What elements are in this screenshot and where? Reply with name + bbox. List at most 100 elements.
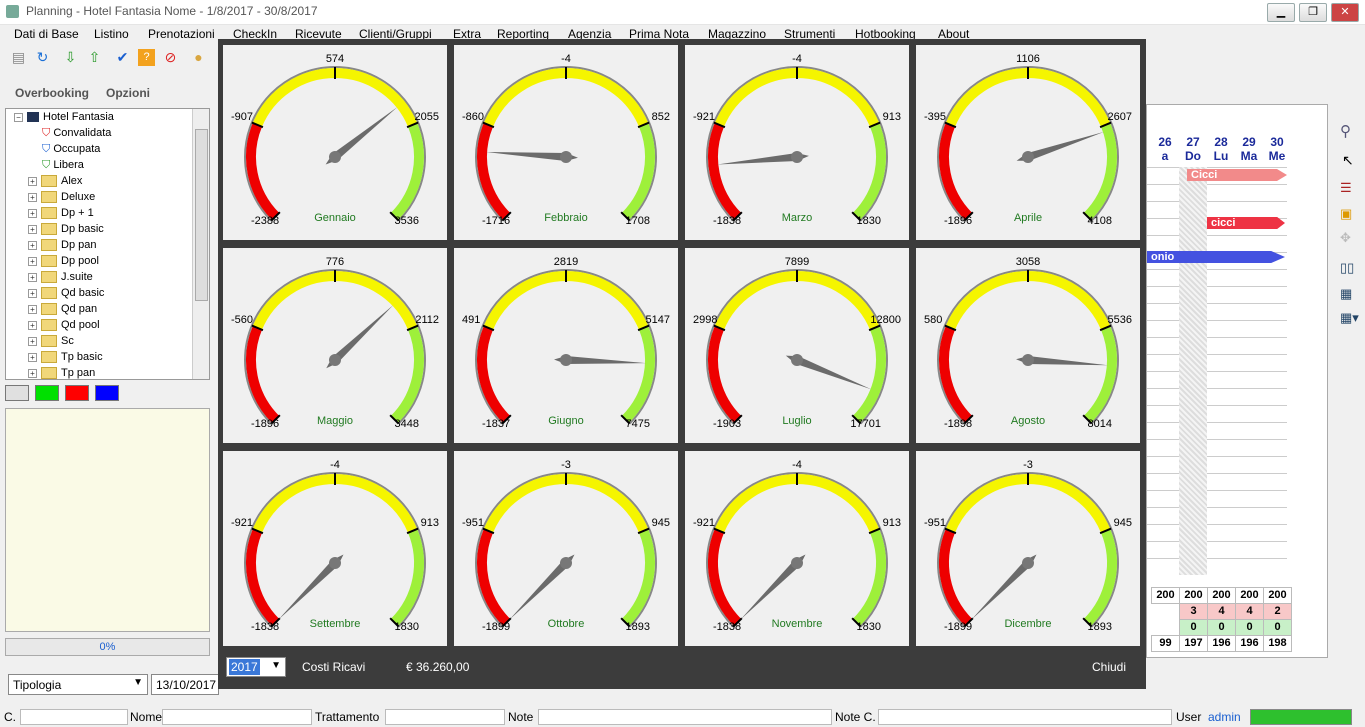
refresh-icon[interactable]: ↻ [34, 49, 51, 66]
tree-folder[interactable]: + Qd pan [28, 303, 97, 319]
tree-folder[interactable]: + Qd basic [28, 287, 104, 303]
status-c-field [20, 709, 128, 725]
minimize-button[interactable]: ▁ [1267, 3, 1295, 22]
grid-line [1147, 473, 1287, 474]
progress-label: 0% [99, 641, 116, 653]
tree-scrollbar[interactable] [192, 109, 209, 379]
tree-folder[interactable]: + J.suite [28, 271, 93, 287]
tree-folder[interactable]: + Deluxe [28, 191, 95, 207]
hotel-icon [27, 112, 39, 123]
right-toolbar: ⚲ ↖ ☰ ▣ ✥ ▯▯ ▦ ▦▾ [1334, 110, 1364, 330]
tab-opzioni[interactable]: Opzioni [106, 86, 150, 100]
color-swatch-green[interactable] [35, 385, 59, 401]
grid-line [1147, 269, 1287, 270]
tree-folder[interactable]: + Dp pool [28, 255, 99, 271]
gauge-rim [937, 472, 1119, 628]
window-title: Planning - Hotel Fantasia Nome - 1/8/201… [26, 4, 318, 18]
gauge-red-band [939, 325, 973, 423]
tree-folder[interactable]: + Dp pan [28, 239, 96, 255]
grid-line [1147, 235, 1287, 236]
tab-overbooking[interactable]: Overbooking [15, 86, 89, 100]
gauge-yellow-band [252, 474, 418, 533]
tree-folder[interactable]: + Qd pool [28, 319, 100, 335]
note-icon[interactable]: ▣ [1340, 206, 1352, 222]
gauge-green-band [1083, 122, 1117, 220]
menu-listino[interactable]: Listino [94, 27, 129, 41]
gauge-top-value: -4 [792, 459, 802, 471]
zoom-icon[interactable]: ⚲ [1340, 122, 1351, 140]
gauge-red-band [708, 122, 742, 220]
notes-panel[interactable] [5, 408, 210, 632]
status-user-value: admin [1208, 710, 1241, 724]
tree-folder[interactable]: + Tp pan [28, 367, 95, 379]
gauge-yellow-band [483, 474, 649, 533]
grid-line [1147, 388, 1287, 389]
book-icon[interactable]: ▯▯ [1340, 260, 1354, 276]
arrow-up-icon[interactable]: ⇧ [86, 49, 103, 66]
grid-line [1147, 524, 1287, 525]
arrow-down-icon[interactable]: ⇩ [62, 49, 79, 66]
move-icon[interactable]: ✥ [1340, 230, 1351, 246]
close-window-button[interactable]: ✕ [1331, 3, 1359, 22]
year-select[interactable]: 2017 ▼ [226, 657, 286, 677]
close-button[interactable]: Chiudi [1092, 660, 1126, 674]
gauge-top-value: -4 [792, 53, 802, 65]
list-icon[interactable]: ☰ [1340, 180, 1352, 196]
gauge-top-value: -3 [561, 459, 571, 471]
tree-folder[interactable]: + Alex [28, 175, 82, 191]
grid-icon[interactable]: ▦ [1340, 286, 1352, 302]
color-swatch-red[interactable] [65, 385, 89, 401]
gauge-top-value: -3 [1023, 459, 1033, 471]
tree-status-libera[interactable]: ⛉ Libera [42, 159, 84, 175]
menu-prenotazioni[interactable]: Prenotazioni [148, 27, 215, 41]
color-swatch-grey[interactable] [5, 385, 29, 401]
gauge-top-value: 1106 [1016, 53, 1040, 65]
date-value: 13/10/2017 [156, 678, 217, 692]
booking-bar[interactable]: cicci [1207, 217, 1285, 229]
tree-status-occupata[interactable]: ⛉ Occupata [42, 143, 100, 159]
date-field[interactable]: 13/10/2017 [151, 674, 219, 695]
document-icon[interactable]: ▤ [10, 49, 27, 66]
gauge-left-value: -907 [231, 111, 254, 123]
pointer-icon[interactable]: ↖ [1342, 152, 1354, 169]
gauge-green-band [852, 325, 886, 423]
calendar-day-header: 27 Do [1185, 135, 1201, 163]
status-notec-label: Note C. [835, 710, 876, 724]
dashboard-label: Costi Ricavi [302, 660, 366, 674]
tree-root[interactable]: − Hotel Fantasia [14, 111, 114, 127]
color-swatch-blue[interactable] [95, 385, 119, 401]
tree-scroll-thumb[interactable] [195, 129, 208, 301]
left-tabs: Overbooking Opzioni [5, 82, 210, 104]
tree-folder[interactable]: + Dp basic [28, 223, 104, 239]
gauge-hub [329, 354, 341, 366]
tree-folder[interactable]: + Tp basic [28, 351, 103, 367]
help-icon[interactable]: ? [138, 49, 155, 66]
booking-bar[interactable]: Cicci [1187, 169, 1287, 181]
tree-folder[interactable]: + Dp + 1 [28, 207, 94, 223]
layout-icon[interactable]: ▦▾ [1340, 310, 1359, 326]
gauge-month-label: Marzo [781, 212, 813, 224]
tipologia-select[interactable]: Tipologia ▼ [8, 674, 148, 695]
gauge-top-value: 3058 [1015, 256, 1041, 268]
calendar-total-cell: 2 [1263, 603, 1292, 620]
gauge-green-band [390, 122, 424, 220]
menu-dati-di-base[interactable]: Dati di Base [14, 27, 79, 41]
gauge-month-label: Novembre [771, 618, 823, 630]
gauge-hub [791, 557, 803, 569]
tree-folder[interactable]: + Sc [28, 335, 74, 351]
booking-bar[interactable]: onio [1147, 251, 1285, 263]
gauge-month-label: Maggio [316, 415, 354, 427]
calendar-total-cell: 4 [1207, 603, 1236, 620]
grid-line [1147, 303, 1287, 304]
check-icon[interactable]: ✔ [114, 49, 131, 66]
grid-line [1147, 286, 1287, 287]
gauge-rim [937, 66, 1119, 222]
stop-icon[interactable]: ⊘ [162, 49, 179, 66]
gauge-right-value: 2112 [415, 314, 439, 326]
gauge-green-band [1083, 325, 1117, 423]
grid-line [1147, 541, 1287, 542]
tree-status-convalidata[interactable]: ⛉ Convalidata [42, 127, 111, 143]
gauge-rim [706, 66, 888, 222]
restore-button[interactable]: ❐ [1299, 3, 1327, 22]
chat-icon[interactable]: ● [190, 49, 207, 66]
